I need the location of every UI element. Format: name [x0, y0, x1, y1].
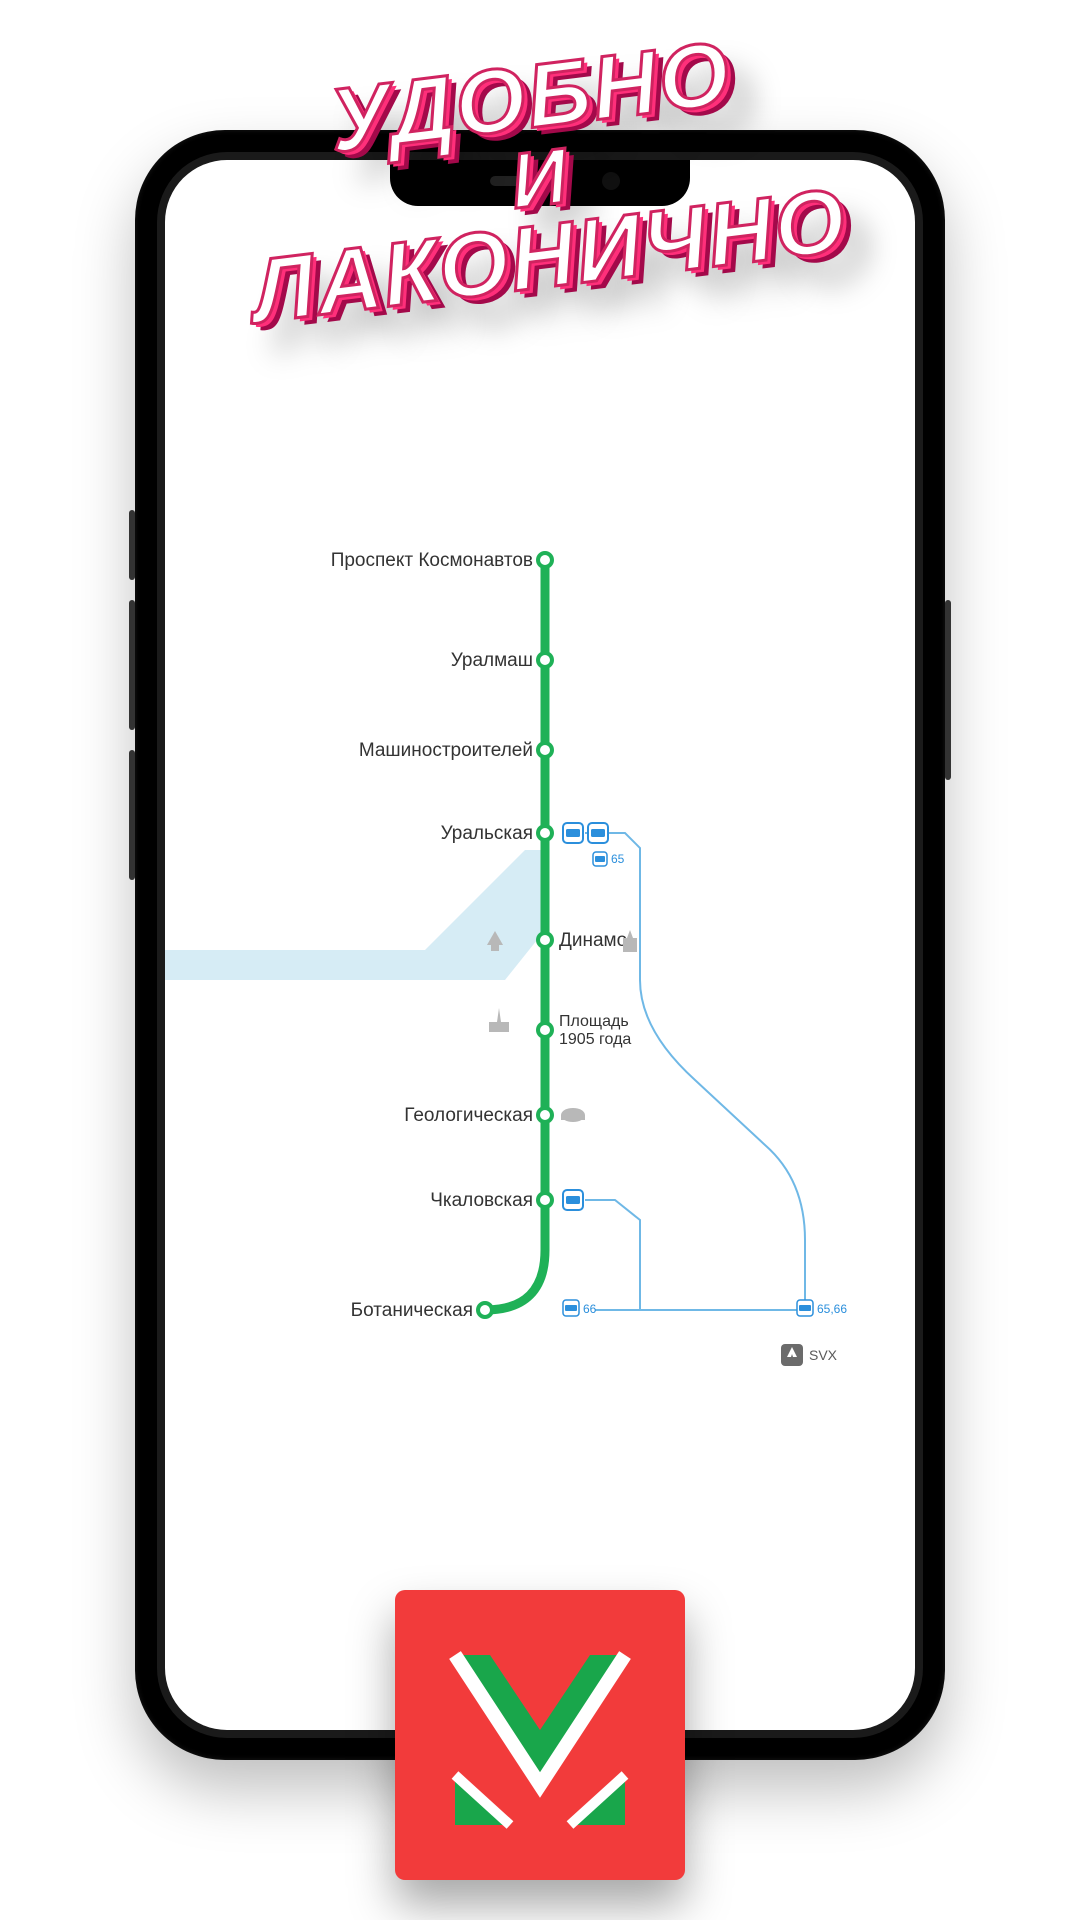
- station-label: 1905 года: [559, 1031, 631, 1048]
- station-label: Площадь: [559, 1013, 629, 1030]
- airport-code: SVX: [809, 1347, 838, 1363]
- station-label: Геологическая: [404, 1105, 533, 1126]
- station-prospekt[interactable]: Проспект Космонавтов: [331, 550, 552, 571]
- station-label: Чкаловская: [430, 1190, 533, 1211]
- bus-route-label: 65,66: [817, 1302, 847, 1316]
- station-label: Машиностроителей: [359, 740, 533, 761]
- station-chkalovskaya[interactable]: Чкаловская: [430, 1190, 583, 1211]
- phone-frame: Проспект Космонавтов Уралмаш Машинострои…: [135, 130, 945, 1760]
- phone-power-button: [945, 600, 951, 780]
- station-label: Динамо: [559, 930, 627, 951]
- station-uralmash[interactable]: Уралмаш: [451, 650, 552, 671]
- station-label: Уралмаш: [451, 650, 533, 671]
- station-geologicheskaya[interactable]: Геологическая: [404, 1105, 585, 1126]
- landmark-icon: [489, 1008, 509, 1032]
- station-mashinostroiteley[interactable]: Машиностроителей: [359, 740, 552, 761]
- phone-mute-switch: [129, 510, 135, 580]
- bus-route-label: 66: [583, 1302, 597, 1316]
- station-label: Уральская: [441, 823, 533, 844]
- station-ploshchad-1905[interactable]: Площадь 1905 года: [489, 1008, 631, 1048]
- airport-marker[interactable]: SVX: [781, 1344, 838, 1366]
- river-shape: [165, 850, 545, 980]
- metro-m-icon: [430, 1625, 650, 1845]
- app-icon[interactable]: [395, 1590, 685, 1880]
- phone-screen[interactable]: Проспект Космонавтов Уралмаш Машинострои…: [165, 160, 915, 1730]
- bus-route-label: 65: [611, 852, 625, 866]
- metro-map[interactable]: Проспект Космонавтов Уралмаш Машинострои…: [165, 160, 915, 1730]
- station-label: Ботаническая: [351, 1300, 473, 1321]
- phone-volume-up: [129, 600, 135, 730]
- bus-lines: [585, 833, 805, 1310]
- phone-volume-down: [129, 750, 135, 880]
- station-label: Проспект Космонавтов: [331, 550, 533, 571]
- landmark-icon: [561, 1108, 585, 1122]
